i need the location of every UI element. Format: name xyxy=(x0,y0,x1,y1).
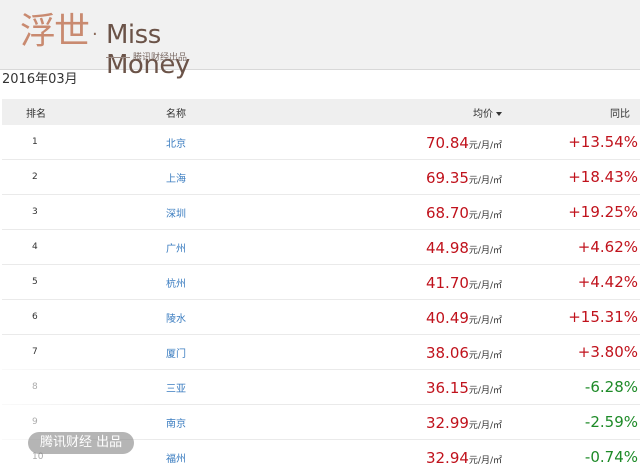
price-cell: 44.98元/月/㎡ xyxy=(282,238,522,257)
rank-cell: 5 xyxy=(32,277,38,287)
change-cell: +3.80% xyxy=(577,343,638,361)
price-value: 40.49 xyxy=(425,308,469,327)
price-cell: 41.70元/月/㎡ xyxy=(282,273,522,292)
city-link[interactable]: 三亚 xyxy=(102,380,282,395)
price-value: 32.99 xyxy=(425,413,469,432)
price-unit: 元/月/㎡ xyxy=(468,350,502,361)
header: 浮世 · Miss Money 腾讯财经出品 xyxy=(0,0,640,81)
rank-cell: 2 xyxy=(32,172,38,182)
price-unit: 元/月/㎡ xyxy=(468,455,502,466)
price-cell: 40.49元/月/㎡ xyxy=(282,308,522,327)
change-cell: +18.43% xyxy=(568,168,638,186)
logo[interactable]: 浮世 · Miss Money 腾讯财经出品 xyxy=(20,10,220,81)
price-unit: 元/月/㎡ xyxy=(468,210,502,221)
city-link[interactable]: 广州 xyxy=(102,240,282,255)
header-rank: 排名 xyxy=(26,108,46,120)
change-cell: +4.42% xyxy=(577,273,638,291)
change-cell: -0.74% xyxy=(584,448,638,466)
price-value: 44.98 xyxy=(425,238,469,257)
price-value: 32.94 xyxy=(425,448,469,467)
price-unit: 元/月/㎡ xyxy=(468,315,502,326)
price-cell: 68.70元/月/㎡ xyxy=(282,203,522,222)
logo-dot: · xyxy=(92,24,98,45)
city-link[interactable]: 厦门 xyxy=(102,345,282,360)
price-value: 36.15 xyxy=(425,378,469,397)
price-cell: 32.99元/月/㎡ xyxy=(282,413,522,432)
city-link[interactable]: 上海 xyxy=(102,170,282,185)
city-link[interactable]: 深圳 xyxy=(102,205,282,220)
rank-cell: 8 xyxy=(32,382,38,392)
table-row: 4 广州 44.98元/月/㎡ +4.62% xyxy=(2,230,640,265)
header-price-label: 均价 xyxy=(473,108,493,120)
price-cell: 69.35元/月/㎡ xyxy=(282,168,522,187)
logo-cn-text: 浮世 xyxy=(20,11,90,52)
change-cell: +4.62% xyxy=(577,238,638,256)
change-cell: +19.25% xyxy=(568,203,638,221)
ranking-table: 排名 名称 均价 同比 1 北京 70.84元/月/㎡ +13.54% 2 上海 69.35… xyxy=(2,99,640,471)
change-cell: -2.59% xyxy=(584,413,638,431)
price-unit: 元/月/㎡ xyxy=(468,385,502,396)
table-header: 排名 名称 均价 同比 xyxy=(2,99,640,125)
rank-cell: 4 xyxy=(32,242,38,252)
city-link[interactable]: 陵水 xyxy=(102,310,282,325)
date-label: 2016年03月 xyxy=(2,72,78,87)
table-body: 1 北京 70.84元/月/㎡ +13.54% 2 上海 69.35元/月/㎡ +18.43%… xyxy=(2,125,640,471)
table-row: 7 厦门 38.06元/月/㎡ +3.80% xyxy=(2,335,640,370)
rank-cell: 1 xyxy=(32,137,38,147)
table-row: 5 杭州 41.70元/月/㎡ +4.42% xyxy=(2,265,640,300)
change-cell: -6.28% xyxy=(584,378,638,396)
price-unit: 元/月/㎡ xyxy=(468,140,502,151)
header-price-sort[interactable]: 均价 xyxy=(282,105,522,120)
rank-cell: 3 xyxy=(32,207,38,217)
table-row: 8 三亚 36.15元/月/㎡ -6.28% xyxy=(2,370,640,405)
price-value: 70.84 xyxy=(425,133,469,152)
rank-cell: 9 xyxy=(32,417,38,427)
table-row: 3 深圳 68.70元/月/㎡ +19.25% xyxy=(2,195,640,230)
city-link[interactable]: 杭州 xyxy=(102,275,282,290)
price-cell: 36.15元/月/㎡ xyxy=(282,378,522,397)
rank-cell: 7 xyxy=(32,347,38,357)
price-unit: 元/月/㎡ xyxy=(468,420,502,431)
watermark: 腾讯财经 出品 xyxy=(28,432,135,454)
change-cell: +15.31% xyxy=(568,308,638,326)
price-cell: 32.94元/月/㎡ xyxy=(282,448,522,467)
header-name: 名称 xyxy=(166,108,186,120)
price-unit: 元/月/㎡ xyxy=(468,280,502,291)
city-link[interactable]: 南京 xyxy=(102,415,282,430)
price-value: 41.70 xyxy=(425,273,469,292)
price-unit: 元/月/㎡ xyxy=(468,245,502,256)
sort-down-icon[interactable] xyxy=(496,111,502,116)
price-unit: 元/月/㎡ xyxy=(468,175,502,186)
price-value: 69.35 xyxy=(425,168,469,187)
table-row: 6 陵水 40.49元/月/㎡ +15.31% xyxy=(2,300,640,335)
logo-subtitle: 腾讯财经出品 xyxy=(106,50,187,63)
change-cell: +13.54% xyxy=(568,133,638,151)
table-row: 1 北京 70.84元/月/㎡ +13.54% xyxy=(2,125,640,160)
price-value: 38.06 xyxy=(425,343,469,362)
price-cell: 70.84元/月/㎡ xyxy=(282,133,522,152)
table-row: 2 上海 69.35元/月/㎡ +18.43% xyxy=(2,160,640,195)
city-link[interactable]: 北京 xyxy=(102,135,282,150)
price-value: 68.70 xyxy=(425,203,469,222)
rank-cell: 6 xyxy=(32,312,38,322)
header-change: 同比 xyxy=(610,108,630,120)
price-cell: 38.06元/月/㎡ xyxy=(282,343,522,362)
